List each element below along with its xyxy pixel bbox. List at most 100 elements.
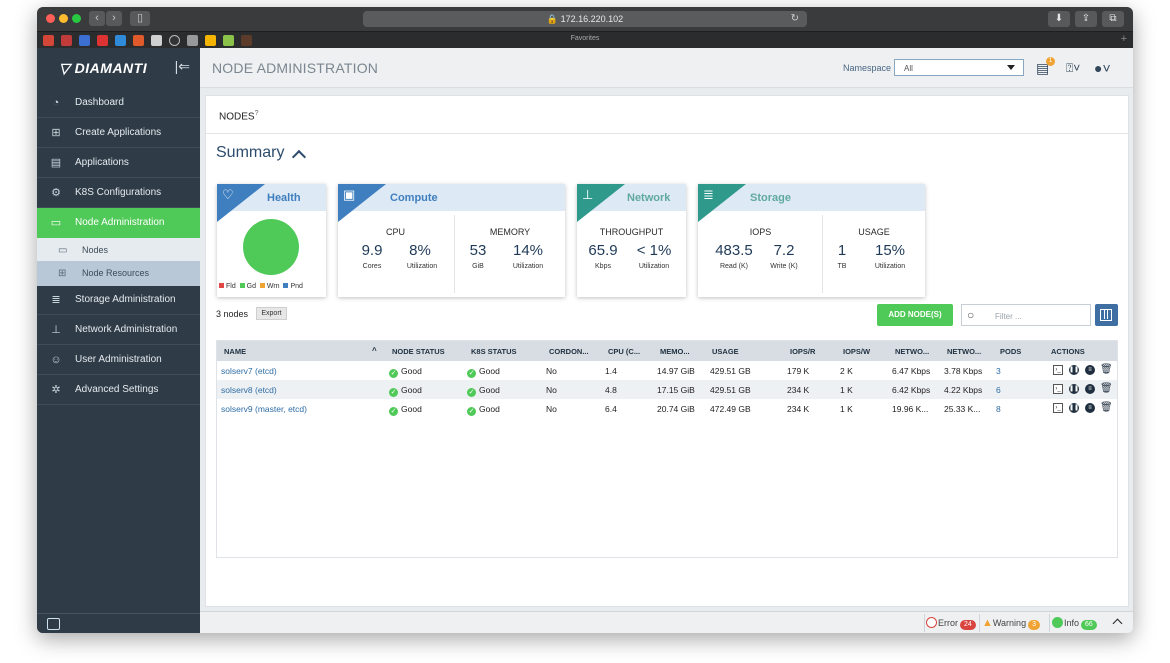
iops-read-value: 483.5	[715, 242, 753, 259]
collapse-sidebar-icon[interactable]: |⇐	[175, 58, 190, 75]
sidebar-item-label: Dashboard	[75, 97, 124, 108]
help-icon[interactable]: ⍰˅	[1066, 61, 1080, 76]
trash-icon[interactable]: 🗑	[1100, 365, 1113, 375]
sort-ascending-icon[interactable]: ^	[372, 346, 377, 355]
chevron-up-icon[interactable]	[1112, 618, 1123, 629]
terminal-icon[interactable]: ›_	[1053, 365, 1063, 375]
column-header-memory[interactable]: MEMO...	[660, 347, 690, 356]
table-row[interactable]: solserv8 (etcd) ✓ Good ✓ Good No 4.8 17.15…	[217, 380, 1117, 399]
tabs-icon[interactable]: ⧉	[1102, 11, 1124, 27]
column-header-cordoned[interactable]: CORDON...	[549, 347, 589, 356]
trash-icon[interactable]: 🗑	[1100, 403, 1113, 413]
calendar-icon[interactable]	[47, 618, 60, 630]
legend-swatch	[239, 283, 245, 288]
sidebar-item-label: Storage Administration	[75, 294, 176, 305]
forward-button[interactable]: ›	[106, 11, 122, 26]
sidebar-item-network-administration[interactable]: ⊥ Network Administration	[37, 315, 200, 345]
terminal-icon[interactable]: ›_	[1053, 384, 1063, 394]
user-icon[interactable]: ●˅	[1094, 60, 1111, 76]
add-nodes-button[interactable]: ADD NODE(S)	[877, 304, 953, 326]
sidebar-item-applications[interactable]: ▤ Applications	[37, 148, 200, 178]
node-name-link[interactable]: solserv7 (etcd)	[221, 366, 277, 376]
namespace-select[interactable]: All	[894, 59, 1024, 76]
terminal-icon[interactable]: ›_	[1053, 403, 1063, 413]
details-icon[interactable]: ≡	[1085, 384, 1095, 394]
network-card: ⊥ Network THROUGHPUT 65.9 < 1% Kbps Util…	[577, 184, 686, 297]
error-count: 24	[960, 620, 976, 630]
table-row[interactable]: solserv7 (etcd) ✓ Good ✓ Good No 1.4 14.97…	[217, 361, 1117, 380]
table-row[interactable]: solserv9 (master, etcd) ✓ Good ✓ Good No 6…	[217, 399, 1117, 418]
pause-icon[interactable]: ❚❚	[1069, 403, 1079, 413]
column-header-network-out[interactable]: NETWO...	[947, 347, 981, 356]
sidebar-toggle-icon[interactable]: ▯	[130, 11, 150, 26]
details-icon[interactable]: ≡	[1085, 403, 1095, 413]
close-window-button[interactable]	[46, 14, 55, 23]
filter-input[interactable]: ○ Filter ...	[961, 304, 1091, 326]
column-header-name[interactable]: NAME	[224, 347, 246, 356]
column-header-pods[interactable]: PODS	[1000, 347, 1021, 356]
column-header-k8s-status[interactable]: K8S STATUS	[471, 347, 517, 356]
column-header-usage[interactable]: USAGE	[712, 347, 739, 356]
column-header-network-in[interactable]: NETWO...	[895, 347, 929, 356]
network-icon: ⊥	[51, 324, 61, 336]
sidebar-item-label: Applications	[75, 157, 129, 168]
usage-label: USAGE	[858, 227, 890, 237]
sidebar-subitem-nodes[interactable]: ▭ Nodes	[37, 238, 200, 263]
iops-read-unit: Read (K)	[719, 263, 748, 270]
export-button[interactable]: Export	[256, 307, 287, 320]
help-badge-icon[interactable]: ?	[255, 110, 259, 117]
new-tab-icon[interactable]: +	[1121, 33, 1127, 45]
details-icon[interactable]: ≡	[1085, 365, 1095, 375]
health-card: ♡ Health Fld Gd Wrn Pnd	[217, 184, 326, 297]
memory-util-unit: Utilization	[512, 263, 544, 270]
pods-link[interactable]: 6	[996, 385, 1001, 395]
sidebar-subitem-label: Node Resources	[82, 268, 150, 278]
sidebar-item-k8s-configurations[interactable]: ⚙ K8S Configurations	[37, 178, 200, 208]
browser-titlebar: ‹ › ▯ 🔒 172.16.220.102 ↻ ⬇ ⇪ ⧉	[37, 7, 1133, 31]
k8s-status-text: Good	[479, 404, 500, 414]
trash-icon[interactable]: 🗑	[1100, 384, 1113, 394]
tab-nodes[interactable]: NODES?	[219, 110, 258, 122]
sidebar-item-advanced-settings[interactable]: ✲ Advanced Settings	[37, 375, 200, 405]
pods-link[interactable]: 8	[996, 404, 1001, 414]
info-status[interactable]: Info 66	[1052, 617, 1097, 630]
sidebar-item-dashboard[interactable]: ◔ Dashboard	[37, 88, 200, 118]
download-icon[interactable]: ⬇	[1048, 11, 1070, 27]
column-header-iops-w[interactable]: IOPS/W	[843, 347, 870, 356]
network-util-value: < 1%	[636, 242, 672, 259]
logo-mark-icon: ▽	[59, 60, 71, 76]
diamanti-logo[interactable]: ▽ DIAMANTI	[59, 60, 147, 77]
share-icon[interactable]: ⇪	[1075, 11, 1097, 27]
pods-link[interactable]: 3	[996, 366, 1001, 376]
reload-icon[interactable]: ↻	[791, 11, 799, 27]
back-button[interactable]: ‹	[89, 11, 105, 26]
pause-icon[interactable]: ❚❚	[1069, 384, 1079, 394]
sidebar-subitem-node-resources[interactable]: ⊞ Node Resources	[37, 261, 200, 286]
sidebar-item-label: Network Administration	[75, 324, 178, 335]
column-settings-button[interactable]	[1095, 304, 1118, 326]
url-bar[interactable]: 🔒 172.16.220.102 ↻	[363, 11, 807, 27]
error-status[interactable]: Error 24	[926, 617, 976, 630]
legend-label: Pnd	[290, 283, 303, 290]
sidebar-item-node-administration[interactable]: ▭ Node Administration	[37, 208, 200, 238]
column-header-node-status[interactable]: NODE STATUS	[392, 347, 445, 356]
node-name-link[interactable]: solserv9 (master, etcd)	[221, 404, 307, 414]
sidebar-item-storage-administration[interactable]: ≣ Storage Administration	[37, 285, 200, 315]
sidebar-item-user-administration[interactable]: ☺ User Administration	[37, 345, 200, 375]
legend-label: Gd	[246, 283, 256, 290]
node-name-link[interactable]: solserv8 (etcd)	[221, 385, 277, 395]
sidebar-item-label: Create Applications	[75, 127, 162, 138]
warning-status[interactable]: ▲Warning 3	[982, 617, 1040, 630]
chevron-up-icon[interactable]	[291, 149, 307, 165]
usage-tb-unit: TB	[837, 263, 847, 270]
pause-icon[interactable]: ❚❚	[1069, 365, 1079, 375]
column-header-iops-r[interactable]: IOPS/R	[790, 347, 815, 356]
sidebar-item-create-applications[interactable]: ⊞ Create Applications	[37, 118, 200, 148]
health-legend: Fld Gd Wrn Pnd	[219, 283, 303, 290]
minimize-window-button[interactable]	[59, 14, 68, 23]
legend-swatch	[259, 283, 265, 288]
memory-label: MEMORY	[489, 227, 531, 237]
zoom-window-button[interactable]	[72, 14, 81, 23]
column-header-cpu[interactable]: CPU (C...	[608, 347, 640, 356]
cpu-cell: 1.4	[605, 366, 617, 376]
